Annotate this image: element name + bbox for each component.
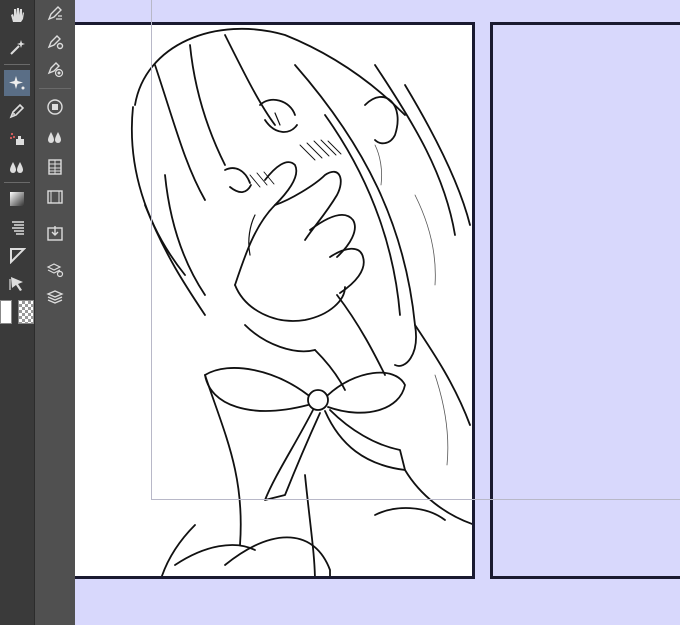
main-tool-palette xyxy=(0,0,34,625)
hatching-icon[interactable] xyxy=(4,214,30,240)
magic-wand-icon[interactable] xyxy=(4,34,30,60)
sub-tool-palette xyxy=(34,0,76,625)
layers-gear-icon[interactable] xyxy=(42,256,68,282)
brush-settings-icon[interactable] xyxy=(42,0,68,26)
import-icon[interactable] xyxy=(42,220,68,246)
manga-panel-left[interactable] xyxy=(75,22,475,579)
guide-line-vertical xyxy=(151,0,152,500)
toolbar-divider xyxy=(39,88,71,89)
ruler-icon[interactable] xyxy=(4,242,30,268)
gradient-icon[interactable] xyxy=(4,186,30,212)
transparent-color-swatch[interactable] xyxy=(18,300,34,324)
droplets-icon[interactable] xyxy=(4,154,30,180)
filmstrip-icon[interactable] xyxy=(42,184,68,210)
sparkle-icon[interactable] xyxy=(4,70,30,96)
target-brush-icon[interactable] xyxy=(42,56,68,82)
toolbar-divider xyxy=(4,182,30,183)
guide-line-horizontal xyxy=(151,499,680,500)
drawing-canvas[interactable] xyxy=(75,0,680,625)
layer-circle-icon[interactable] xyxy=(42,94,68,120)
main-color-swatch[interactable] xyxy=(0,300,12,324)
layers-icon[interactable] xyxy=(42,284,68,310)
line-art-illustration xyxy=(130,27,472,576)
gear-brush-icon[interactable] xyxy=(42,28,68,54)
manga-panel-right[interactable] xyxy=(490,22,680,579)
toolbar-divider xyxy=(4,64,30,65)
airbrush-icon[interactable] xyxy=(4,126,30,152)
filmstrip-icon[interactable] xyxy=(42,154,68,180)
droplets-icon[interactable] xyxy=(42,124,68,150)
pen-icon[interactable] xyxy=(4,98,30,124)
arrow-select-icon[interactable] xyxy=(4,270,30,296)
hand-icon[interactable] xyxy=(4,2,30,28)
